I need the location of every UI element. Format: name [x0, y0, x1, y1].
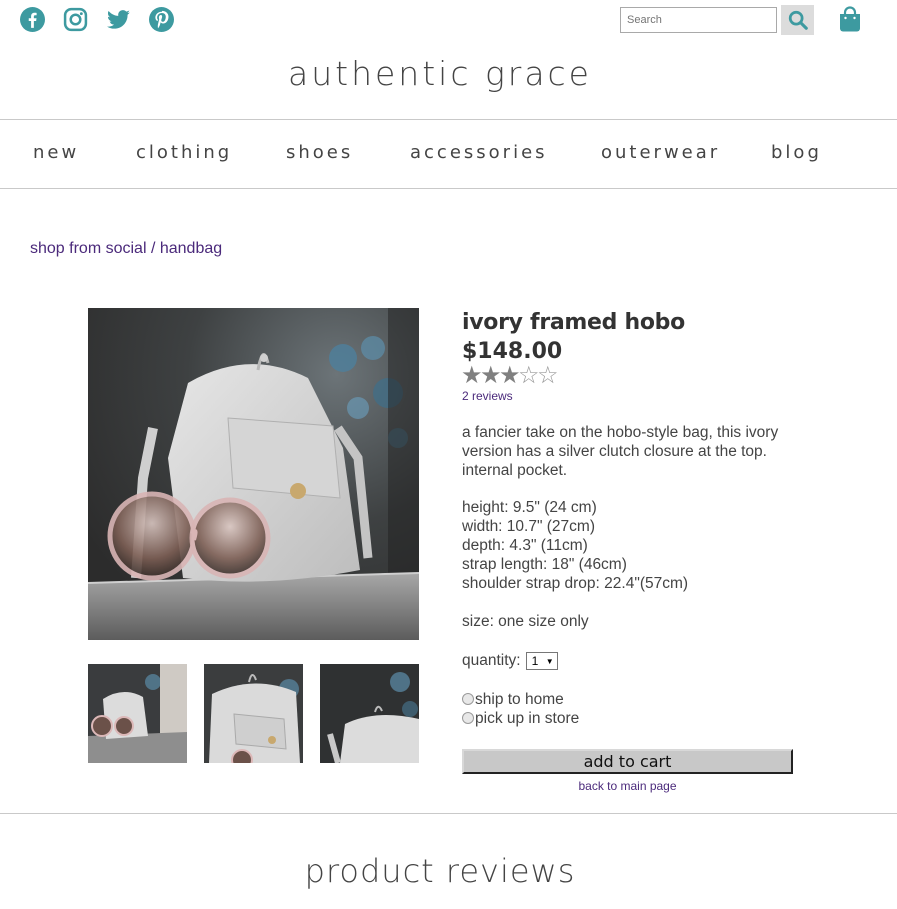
spec-width: width: 10.7" (27cm) [462, 518, 595, 535]
instagram-icon[interactable] [63, 7, 88, 32]
breadcrumb-parent[interactable]: shop from social [30, 240, 147, 257]
social-links [20, 7, 174, 32]
search-icon [788, 10, 808, 30]
breadcrumb-current[interactable]: handbag [160, 240, 222, 257]
back-to-main-link[interactable]: back to main page [462, 779, 793, 793]
shopping-bag-icon[interactable] [838, 6, 862, 32]
product-thumbnail-2[interactable] [204, 664, 303, 763]
quantity-row: quantity: 1 ▼ [462, 652, 558, 670]
breadcrumb-separator: / [150, 240, 156, 257]
facebook-icon[interactable] [20, 7, 45, 32]
spec-shoulder-strap-drop: shoulder strap drop: 22.4"(57cm) [462, 575, 689, 592]
header-divider [0, 119, 897, 120]
product-thumbnail-1[interactable] [88, 664, 187, 763]
pinterest-icon[interactable] [149, 7, 174, 32]
radio-button[interactable] [462, 711, 474, 724]
twitter-icon[interactable] [106, 7, 131, 32]
nav-item-new[interactable]: new [33, 142, 79, 163]
delivery-option-label: pick up in store [475, 710, 580, 727]
star-filled-icon: ★ [499, 362, 521, 389]
spec-depth: depth: 4.3" (11cm) [462, 537, 588, 554]
site-title[interactable]: authentic grace [0, 54, 880, 93]
star-empty-icon: ☆ [518, 362, 540, 389]
nav-item-accessories[interactable]: accessories [410, 142, 548, 163]
reviews-link[interactable]: 2 reviews [462, 389, 513, 403]
quantity-label: quantity: [462, 652, 521, 669]
spec-strap-length: strap length: 18" (46cm) [462, 556, 627, 573]
reviews-divider [0, 813, 897, 814]
search-input[interactable] [620, 7, 777, 33]
product-title: ivory framed hobo [462, 310, 685, 335]
product-specs: height: 9.5" (24 cm) width: 10.7" (27cm)… [462, 498, 688, 593]
rating-stars: ★ ★ ★ ☆ ☆ [461, 362, 559, 389]
star-filled-icon: ★ [480, 362, 502, 389]
product-size: size: one size only [462, 613, 589, 630]
breadcrumb: shop from social / handbag [30, 240, 222, 258]
nav-item-blog[interactable]: blog [771, 142, 822, 163]
star-filled-icon: ★ [461, 362, 483, 389]
radio-button[interactable] [462, 692, 474, 705]
nav-item-clothing[interactable]: clothing [136, 142, 232, 163]
nav-divider [0, 188, 897, 189]
spec-height: height: 9.5" (24 cm) [462, 499, 597, 516]
add-to-cart-button[interactable]: add to cart [462, 749, 793, 774]
quantity-value: 1 [531, 654, 539, 668]
product-description: a fancier take on the hobo-style bag, th… [462, 424, 779, 479]
product-main-image[interactable] [88, 308, 419, 640]
search-bar [620, 5, 814, 35]
nav-item-outerwear[interactable]: outerwear [601, 142, 720, 163]
nav-item-shoes[interactable]: shoes [286, 142, 353, 163]
product-thumbnail-3[interactable] [320, 664, 419, 763]
main-nav: new clothing shoes accessories outerwear… [0, 142, 897, 166]
search-button[interactable] [781, 5, 814, 35]
delivery-option-ship[interactable]: ship to home [462, 691, 564, 709]
delivery-option-pickup[interactable]: pick up in store [462, 710, 579, 728]
product-price: $148.00 [462, 339, 563, 364]
chevron-down-icon: ▼ [545, 656, 554, 666]
quantity-select[interactable]: 1 ▼ [525, 652, 558, 670]
reviews-section-title: product reviews [304, 852, 576, 890]
star-empty-icon: ☆ [537, 362, 559, 389]
delivery-option-label: ship to home [475, 691, 564, 708]
